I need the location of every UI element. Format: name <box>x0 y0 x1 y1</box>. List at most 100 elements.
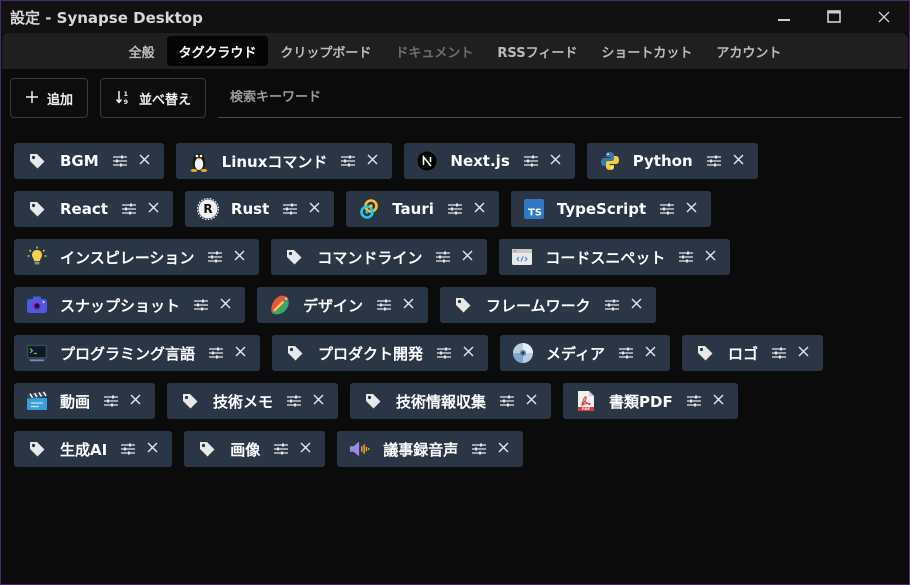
tag-chip[interactable]: PDF 書類PDF <box>563 383 738 419</box>
maximize-button[interactable] <box>809 1 859 33</box>
tag-settings-icon[interactable] <box>121 202 136 216</box>
tag-chip[interactable]: 画像 <box>184 431 326 467</box>
tag-settings-icon[interactable] <box>706 154 721 168</box>
tab-account[interactable]: アカウント <box>704 36 793 66</box>
tag-settings-icon[interactable] <box>604 298 619 312</box>
tag-chip[interactable]: Tauri <box>346 191 499 227</box>
python-icon <box>599 150 621 172</box>
tag-remove-icon[interactable] <box>526 394 537 408</box>
tag-chip[interactable]: コマンドライン <box>271 239 488 275</box>
tag-settings-icon[interactable] <box>660 202 675 216</box>
tag-chip[interactable]: TS TypeScript <box>510 191 712 227</box>
tag-name: Linuxコマンド <box>221 152 328 171</box>
tag-settings-icon[interactable] <box>209 346 224 360</box>
tag-settings-icon[interactable] <box>283 202 298 216</box>
tag-settings-icon[interactable] <box>447 202 462 216</box>
tag-chip[interactable]: 技術メモ <box>167 383 339 419</box>
add-tag-label: 追加 <box>47 92 74 108</box>
tag-chip[interactable]: インスピレーション <box>14 239 260 275</box>
tag-remove-icon[interactable] <box>463 346 474 360</box>
tab-shortcuts[interactable]: ショートカット <box>589 36 704 66</box>
tag-remove-icon[interactable] <box>462 250 473 264</box>
tag-name: 動画 <box>60 392 91 411</box>
tag-chip[interactable]: Python <box>586 143 758 179</box>
tag-settings-icon[interactable] <box>772 346 786 360</box>
tag-remove-icon[interactable] <box>550 154 561 168</box>
tag-settings-icon[interactable] <box>436 250 451 264</box>
tag-remove-icon[interactable] <box>139 154 150 168</box>
tag-name: スナップショット <box>60 296 181 315</box>
tag-settings-icon[interactable] <box>679 250 694 264</box>
tag-remove-icon[interactable] <box>498 442 509 456</box>
tag-remove-icon[interactable] <box>705 250 716 264</box>
tag-remove-icon[interactable] <box>147 442 158 456</box>
tag-remove-icon[interactable] <box>713 394 724 408</box>
tag-chip[interactable]: プログラミング言語 <box>14 335 261 371</box>
tag-remove-icon[interactable] <box>300 442 311 456</box>
tag-settings-icon[interactable] <box>287 394 302 408</box>
tag-chip[interactable]: スナップショット <box>14 287 246 323</box>
tag-remove-icon[interactable] <box>313 394 324 408</box>
tag-chip[interactable]: 生成AI <box>14 431 173 467</box>
window-controls <box>759 1 909 33</box>
tag-name: フレームワーク <box>486 296 591 315</box>
tag-remove-icon[interactable] <box>130 394 141 408</box>
tag-name: ロゴ <box>727 344 758 363</box>
tab-general[interactable]: 全般 <box>117 36 167 66</box>
tag-remove-icon[interactable] <box>733 154 744 168</box>
tab-tagcloud[interactable]: タグクラウド <box>166 36 269 66</box>
tag-settings-icon[interactable] <box>523 154 538 168</box>
tag-settings-icon[interactable] <box>686 394 701 408</box>
tag-chip[interactable]: 動画 <box>14 383 156 419</box>
tag-remove-icon[interactable] <box>309 202 320 216</box>
tag-chip[interactable]: プロダクト開発 <box>272 335 489 371</box>
tag-chip[interactable]: Linuxコマンド <box>175 143 393 179</box>
tag-settings-icon[interactable] <box>104 394 119 408</box>
tag-chip[interactable]: フレームワーク <box>440 287 656 323</box>
sort-button[interactable]: 1 9 並べ替え <box>100 78 207 118</box>
tag-remove-icon[interactable] <box>403 298 414 312</box>
tag-settings-icon[interactable] <box>437 346 452 360</box>
tag-settings-icon[interactable] <box>121 442 136 456</box>
tag-remove-icon[interactable] <box>220 298 231 312</box>
tag-chip[interactable]: 技術情報収集 <box>350 383 552 419</box>
tag-settings-icon[interactable] <box>341 154 356 168</box>
tag-chip[interactable]: デザイン <box>257 287 429 323</box>
tag-settings-icon[interactable] <box>500 394 515 408</box>
tag-remove-icon[interactable] <box>686 202 697 216</box>
add-tag-button[interactable]: 追加 <box>10 78 89 118</box>
tab-documents[interactable]: ドキュメント <box>383 36 485 66</box>
tag-remove-icon[interactable] <box>235 346 246 360</box>
tag-remove-icon[interactable] <box>474 202 485 216</box>
tab-clipboard[interactable]: クリップボード <box>268 36 383 66</box>
tag-chip[interactable]: メディア <box>500 335 670 371</box>
tag-settings-icon[interactable] <box>112 154 127 168</box>
minimize-button[interactable] <box>759 1 809 33</box>
tag-remove-icon[interactable] <box>148 202 159 216</box>
tag-chip[interactable]: Next.js <box>404 143 575 179</box>
tag-remove-icon[interactable] <box>645 346 656 360</box>
search-input[interactable] <box>230 90 902 105</box>
window-title: 設定 - Synapse Desktop <box>10 8 203 27</box>
tab-rss[interactable]: RSSフィード <box>485 36 589 66</box>
tag-remove-icon[interactable] <box>234 250 245 264</box>
tag-chip[interactable]: コードスニペット <box>499 239 731 275</box>
tag-chip[interactable]: BGM <box>14 143 164 179</box>
tag-settings-icon[interactable] <box>472 442 487 456</box>
close-window-button[interactable] <box>859 1 909 33</box>
svg-text:PDF: PDF <box>582 407 591 411</box>
tag-settings-icon[interactable] <box>208 250 223 264</box>
tag-name: 技術情報収集 <box>396 392 487 411</box>
tag-remove-icon[interactable] <box>798 346 809 360</box>
tag-chip[interactable]: 議事録音声 <box>337 431 524 467</box>
tag-settings-icon[interactable] <box>618 346 633 360</box>
tag-settings-icon[interactable] <box>377 298 392 312</box>
tag-remove-icon[interactable] <box>367 154 378 168</box>
tag-chip[interactable]: React <box>14 191 173 227</box>
tag-settings-icon[interactable] <box>194 298 209 312</box>
svg-text:TS: TS <box>528 208 542 219</box>
tag-remove-icon[interactable] <box>631 298 642 312</box>
tag-chip[interactable]: R Rust <box>184 191 335 227</box>
tag-settings-icon[interactable] <box>274 442 289 456</box>
tag-chip[interactable]: ロゴ <box>681 335 823 371</box>
